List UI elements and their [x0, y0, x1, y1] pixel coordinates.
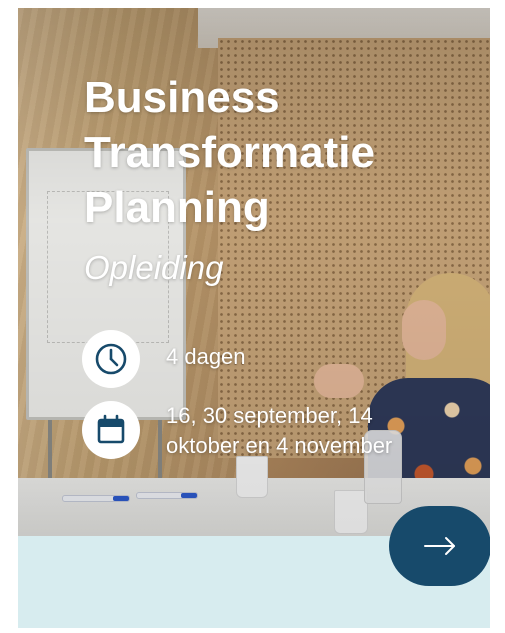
dates-line: oktober en 4 november — [166, 433, 393, 458]
dates-icon-badge — [82, 401, 140, 459]
dates-line: 16, 30 september, 14 — [166, 403, 373, 428]
calendar-icon — [97, 414, 125, 444]
clock-icon — [95, 343, 127, 375]
arrow-right-icon — [424, 537, 455, 555]
dates-text: 16, 30 september, 14 oktober en 4 novemb… — [166, 401, 392, 461]
title-line: Planning — [84, 183, 270, 232]
course-type: Opleiding — [84, 249, 224, 286]
duration-text: 4 dagen — [166, 344, 246, 369]
course-card[interactable]: Business Transformatie Planning Opleidin… — [18, 8, 490, 628]
title-line: Business — [84, 73, 280, 122]
duration-icon-badge — [82, 330, 140, 388]
course-title: Business Transformatie Planning — [84, 70, 414, 235]
open-course-button[interactable] — [389, 506, 490, 586]
title-line: Transformatie — [84, 128, 375, 177]
